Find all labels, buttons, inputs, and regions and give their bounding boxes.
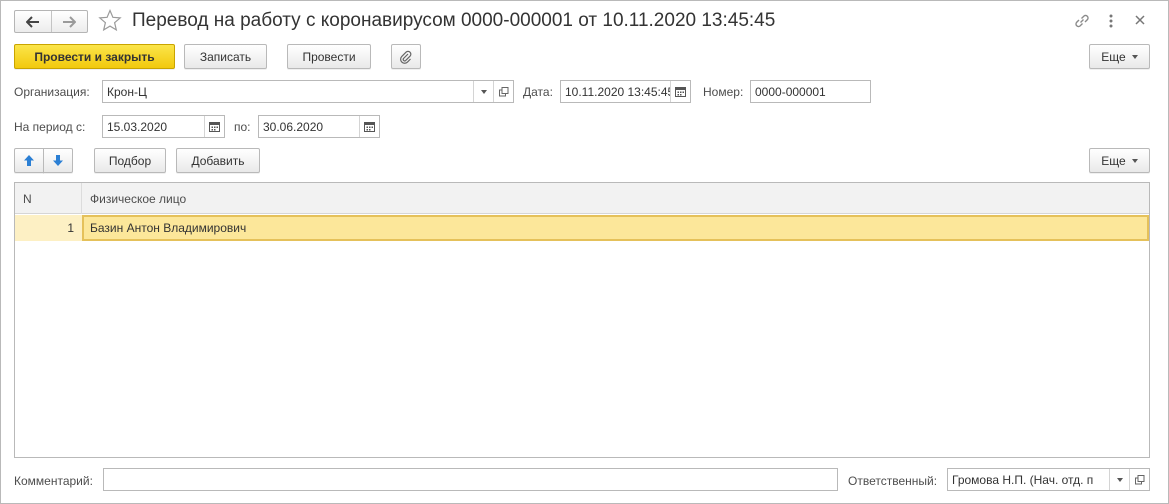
organization-label: Организация: [14, 85, 90, 99]
move-up-button[interactable] [14, 148, 44, 173]
post-button[interactable]: Провести [287, 44, 371, 69]
period-from-value: 15.03.2020 [107, 119, 168, 134]
attach-file-button[interactable] [391, 44, 421, 69]
number-label: Номер: [703, 85, 744, 99]
write-button[interactable]: Записать [184, 44, 267, 69]
move-up-icon [24, 155, 34, 166]
responsible-dropdown-button[interactable] [1109, 469, 1129, 490]
table-row[interactable]: 1 Базин Антон Владимирович [15, 215, 1149, 241]
responsible-field[interactable]: Громова Н.П. (Нач. отд. п [947, 468, 1150, 491]
back-button[interactable] [15, 11, 51, 32]
organization-open-button[interactable] [493, 81, 513, 102]
dropdown-arrow-icon [480, 89, 487, 94]
post-and-close-button[interactable]: Провести и закрыть [14, 44, 175, 69]
person-cell[interactable]: Базин Антон Владимирович [82, 215, 1149, 241]
table-header: N Физическое лицо [15, 183, 1149, 214]
date-field[interactable]: 10.11.2020 13:45:45 [560, 80, 691, 103]
column-header-person[interactable]: Физическое лицо [90, 183, 186, 214]
more-actions-button[interactable] [1104, 13, 1118, 32]
comment-field[interactable] [103, 468, 838, 491]
date-label: Дата: [523, 85, 553, 99]
favorite-button[interactable] [98, 8, 122, 35]
period-from-label: На период с: [14, 120, 86, 134]
period-to-value: 30.06.2020 [263, 119, 324, 134]
open-form-icon [1134, 474, 1144, 484]
document-window: Перевод на работу с коронавирусом 0000-0… [0, 0, 1169, 504]
calendar-icon [364, 122, 375, 132]
calendar-icon [209, 122, 220, 132]
more-menu-button[interactable]: Еще [1089, 44, 1150, 69]
row-number-cell: 1 [15, 215, 82, 241]
calendar-icon [675, 87, 686, 97]
period-to-calendar-button[interactable] [359, 116, 379, 137]
responsible-label: Ответственный: [848, 474, 938, 488]
period-to-label: по: [234, 120, 251, 134]
period-from-calendar-button[interactable] [204, 116, 224, 137]
responsible-open-button[interactable] [1129, 469, 1149, 490]
comment-label: Комментарий: [14, 474, 93, 488]
number-field[interactable]: 0000-000001 [750, 80, 871, 103]
more-menu-label: Еще [1101, 49, 1126, 64]
table-more-menu-button[interactable]: Еще [1089, 148, 1150, 173]
date-value: 10.11.2020 13:45:45 [565, 84, 670, 99]
link-button[interactable] [1073, 12, 1091, 33]
link-icon [1075, 14, 1089, 28]
employees-table[interactable]: N Физическое лицо 1 Базин Антон Владимир… [14, 182, 1150, 458]
date-calendar-button[interactable] [670, 81, 690, 102]
dropdown-arrow-icon [1131, 54, 1138, 59]
forward-arrow-icon [63, 15, 77, 28]
close-icon [1135, 15, 1145, 25]
dropdown-arrow-icon [1116, 477, 1123, 482]
forward-button[interactable] [50, 11, 88, 32]
dropdown-arrow-icon [1131, 158, 1138, 163]
period-to-field[interactable]: 30.06.2020 [258, 115, 380, 138]
open-form-icon [498, 86, 508, 96]
add-button[interactable]: Добавить [176, 148, 260, 173]
paperclip-icon [400, 50, 412, 64]
star-icon [98, 8, 122, 32]
responsible-value: Громова Н.П. (Нач. отд. п [952, 472, 1094, 487]
more-vertical-icon [1109, 14, 1113, 28]
navigation-buttons [14, 10, 88, 33]
organization-field[interactable]: Крон-Ц [102, 80, 514, 103]
back-arrow-icon [25, 15, 39, 28]
page-title: Перевод на работу с коронавирусом 0000-0… [132, 10, 776, 31]
organization-value: Крон-Ц [107, 84, 147, 99]
column-divider [81, 183, 82, 214]
number-value: 0000-000001 [755, 84, 826, 99]
move-down-icon [53, 155, 63, 166]
move-down-button[interactable] [43, 148, 73, 173]
close-button[interactable] [1133, 13, 1147, 30]
select-button[interactable]: Подбор [94, 148, 166, 173]
column-header-n[interactable]: N [23, 183, 81, 214]
period-from-field[interactable]: 15.03.2020 [102, 115, 225, 138]
table-more-menu-label: Еще [1101, 153, 1126, 168]
organization-dropdown-button[interactable] [473, 81, 493, 102]
